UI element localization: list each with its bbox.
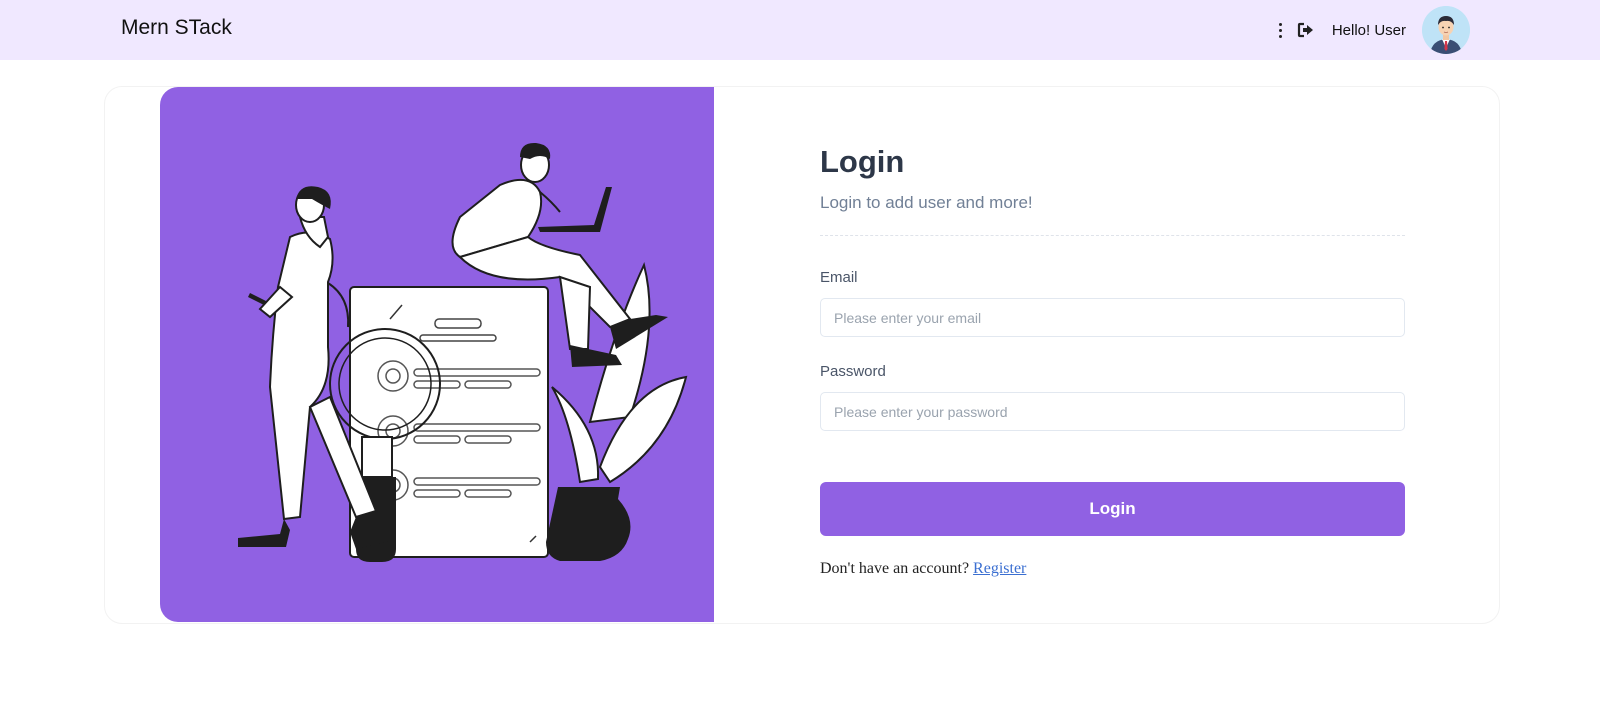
logout-icon[interactable]: [1296, 20, 1316, 40]
login-form: Login Login to add user and more! Email …: [820, 142, 1405, 578]
top-navbar: Mern STack Hello! User: [0, 0, 1600, 60]
email-label: Email: [820, 269, 858, 286]
greeting-text: Hello! User: [1331, 21, 1406, 39]
divider: [820, 235, 1405, 236]
password-field[interactable]: [820, 392, 1405, 431]
email-field[interactable]: [820, 298, 1405, 337]
register-row: Don't have an account? Register: [820, 560, 1405, 578]
login-illustration: [238, 142, 688, 562]
page-title: Login: [820, 144, 905, 179]
illustration-panel: [160, 87, 714, 622]
brand-title[interactable]: Mern STack: [121, 16, 232, 40]
register-prompt: Don't have an account?: [820, 560, 970, 577]
navbar-actions: Hello! User: [1273, 5, 1470, 55]
more-vertical-icon[interactable]: [1273, 19, 1288, 42]
user-avatar-icon: [1422, 6, 1470, 54]
password-label: Password: [820, 363, 886, 380]
avatar[interactable]: [1422, 6, 1470, 54]
page-subtitle: Login to add user and more!: [820, 193, 1033, 212]
login-button[interactable]: Login: [820, 482, 1405, 536]
register-link[interactable]: Register: [973, 560, 1026, 577]
